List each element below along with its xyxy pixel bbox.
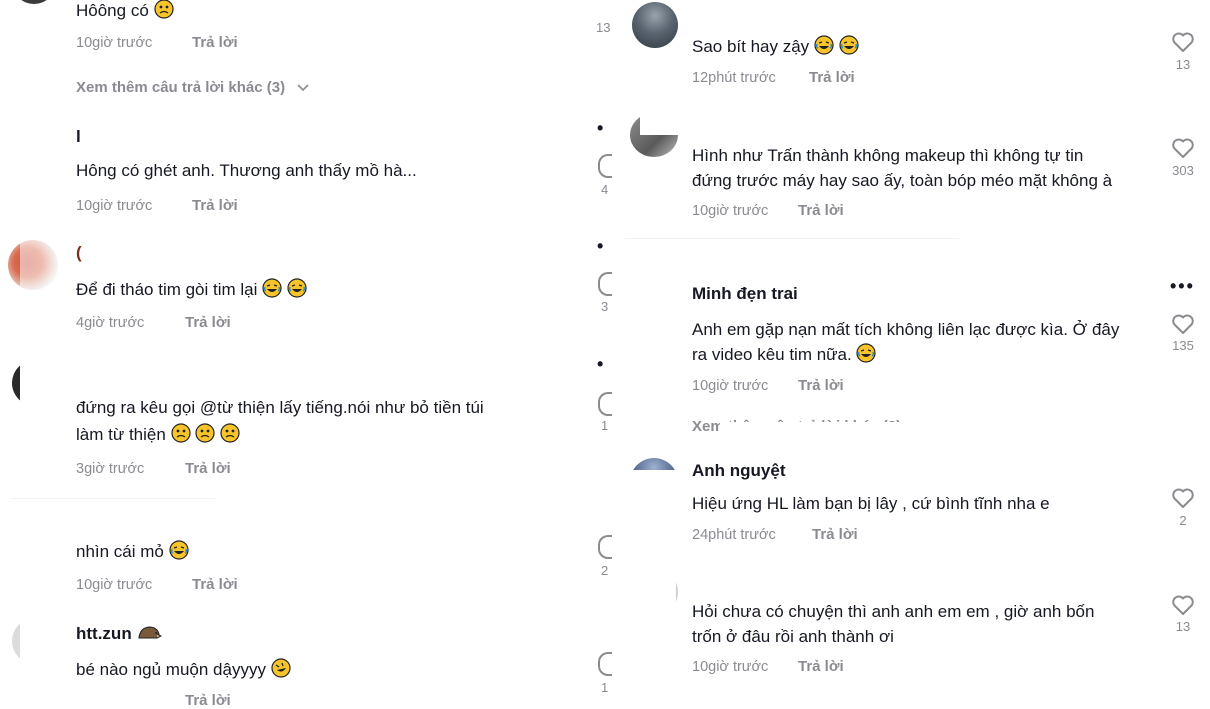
comment-time: 10giờ trước: [692, 659, 769, 675]
heart-icon[interactable]: [598, 154, 612, 178]
like-count: 1: [601, 418, 609, 433]
frowning-emoji-icon: [170, 423, 191, 443]
partial-like-column: 13 • 4 • 3 • 1 2 1: [590, 0, 620, 700]
username[interactable]: htt.zun: [76, 622, 163, 644]
like-count: 303: [1172, 163, 1194, 178]
username[interactable]: (: [76, 243, 82, 263]
reply-button[interactable]: Trả lời: [798, 377, 844, 394]
comment-time: 10giờ trước: [76, 198, 153, 214]
heart-icon[interactable]: [1171, 313, 1195, 335]
like-count: 13: [596, 20, 611, 35]
redacted-avatar: [630, 552, 676, 632]
comment-time: 10giờ trước: [692, 203, 769, 219]
heart-icon[interactable]: [1171, 594, 1195, 616]
comment-text: bé nào ngủ muộn dậyyyy: [76, 657, 291, 683]
reply-button[interactable]: Trả lời: [192, 197, 238, 214]
comment-time: 3giờ trước: [76, 461, 145, 477]
reply-button[interactable]: Trả lời: [185, 692, 231, 709]
hedgehog-emoji-icon: [138, 626, 163, 639]
comment-time: 4giờ trước: [76, 315, 145, 331]
more-options-icon[interactable]: •••: [1170, 276, 1195, 297]
comment-text: Sao bít hay zậy: [692, 34, 859, 60]
more-options-icon[interactable]: •: [597, 354, 605, 375]
reply-button[interactable]: Trả lời: [192, 576, 238, 593]
chevron-down-icon: [297, 84, 309, 92]
redacted-area: [720, 422, 940, 446]
reply-button[interactable]: Trả lời: [185, 460, 231, 477]
like-count: 1: [601, 680, 609, 695]
comment-text-line-1: đứng ra kêu gọi @từ thiện lấy tiếng.nói …: [76, 398, 484, 417]
redacted-avatar: [595, 470, 680, 516]
redacted-avatar: [620, 273, 688, 343]
more-options-icon[interactable]: •: [597, 118, 605, 139]
comment-text: nhìn cái mỏ: [76, 539, 189, 565]
comment-time: 24phút trước: [692, 527, 776, 543]
comment-text: Hông có ghét anh. Thương anh thấy mồ hà.…: [76, 161, 417, 180]
view-more-replies-button[interactable]: Xem thêm câu trả lời khác (3): [76, 79, 309, 96]
comment-time: 10giờ trước: [76, 577, 153, 593]
reply-button[interactable]: Trả lời: [798, 202, 844, 219]
rolling-laughing-emoji-icon: [271, 658, 291, 678]
divider: [625, 238, 959, 239]
reply-button[interactable]: Trả lời: [192, 34, 238, 51]
laughing-emoji-icon: [169, 540, 189, 560]
comment-text-line-2: trốn ở đâu rồi anh thành ơi: [692, 627, 894, 646]
heart-icon[interactable]: [1171, 137, 1195, 159]
like-count: 4: [601, 182, 609, 197]
like-count: 2: [601, 563, 609, 578]
redacted-area: [20, 230, 60, 300]
comment-text: Để đi tháo tim gòi tim lại: [76, 277, 307, 303]
heart-icon[interactable]: [598, 652, 612, 676]
like-count: 135: [1172, 338, 1194, 353]
comment-text-line-1: Hỏi chưa có chuyện thì anh anh em em , g…: [692, 602, 1095, 621]
laughing-emoji-icon: [287, 278, 307, 298]
left-column: Hôông có 10giờ trước Trả lời Xem thêm câ…: [0, 0, 585, 709]
heart-icon[interactable]: [598, 535, 612, 559]
comment-text-line-1: Anh em gặp nạn mất tích không liên lạc đ…: [692, 320, 1120, 339]
comment-text-line-2: đứng trước máy hay sao ấy, toàn bóp méo …: [692, 171, 1113, 190]
laughing-emoji-icon: [856, 343, 877, 363]
reply-button[interactable]: Trả lời: [809, 69, 855, 86]
avatar[interactable]: [12, 118, 58, 164]
heart-icon[interactable]: [1171, 487, 1195, 509]
heart-icon[interactable]: [598, 392, 612, 416]
username[interactable]: Minh đẹn trai: [692, 284, 798, 304]
frowning-emoji-icon: [195, 423, 215, 443]
laughing-emoji-icon: [262, 278, 282, 298]
right-column: Sao bít hay zậy 12phút trước Trả lời 13 …: [595, 0, 1210, 700]
comment-time: 10giờ trước: [692, 378, 769, 394]
reply-button[interactable]: Trả lời: [812, 526, 858, 543]
heart-icon[interactable]: [1171, 31, 1195, 53]
like-count: 2: [1179, 513, 1187, 528]
comment-text-line-2: làm từ thiện: [76, 422, 240, 448]
reply-button[interactable]: Trả lời: [185, 314, 231, 331]
laughing-emoji-icon: [814, 35, 834, 55]
frowning-emoji-icon: [220, 423, 240, 443]
like-count: 3: [601, 299, 609, 314]
comment-time: 10giờ trước: [76, 35, 153, 51]
redacted-username: [688, 561, 803, 591]
username[interactable]: l: [76, 127, 81, 147]
more-options-icon[interactable]: •: [597, 236, 605, 257]
comment-text: Hôông có: [76, 0, 174, 24]
redacted-area: [20, 615, 62, 675]
reply-button[interactable]: Trả lời: [798, 658, 844, 675]
redacted-username: [60, 355, 178, 381]
like-count: 13: [1175, 57, 1191, 72]
laughing-emoji-icon: [839, 35, 859, 55]
redacted-username: [680, 4, 835, 26]
frowning-emoji-icon: [153, 0, 174, 19]
comment-text-line-2: ra video kêu tim nữa.: [692, 342, 877, 368]
redacted-username: [640, 97, 898, 135]
heart-icon[interactable]: [598, 272, 612, 296]
like-count: 13: [1175, 619, 1191, 634]
username[interactable]: Anh nguyệt: [692, 461, 786, 481]
avatar[interactable]: [12, 0, 56, 4]
comment-time: 12phút trước: [692, 70, 776, 86]
comment-text-line-1: Hình như Trấn thành không makeup thì khô…: [692, 146, 1084, 165]
redacted-area: [20, 355, 60, 415]
divider: [10, 498, 215, 499]
comment-text: Hiệu ứng HL làm bạn bị lây , cứ bình tĩn…: [692, 494, 1050, 513]
avatar[interactable]: [632, 2, 678, 48]
